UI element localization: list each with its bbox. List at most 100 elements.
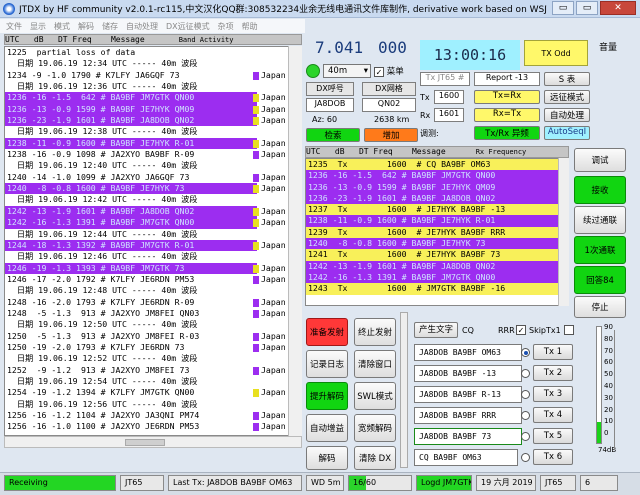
menu-dx[interactable]: DX远征模式 xyxy=(166,21,210,32)
rx-frequency-row[interactable]: 1236 -16 -1.5 642 # BA9BF JM7GTK QN00 xyxy=(306,170,558,182)
add-button[interactable]: 增加 xyxy=(364,128,418,142)
stop-button[interactable]: 停止 xyxy=(574,296,626,318)
skip-qso-button[interactable]: 续过通联 xyxy=(574,206,626,234)
skiptx1-checkbox[interactable] xyxy=(564,325,574,335)
tx4-button[interactable]: Tx 4 xyxy=(533,407,573,423)
s-meter-button[interactable]: S 表 xyxy=(544,72,590,86)
menu-misc[interactable]: 杂项 xyxy=(218,21,234,32)
band-activity-row[interactable]: 1248 -16 -2.0 1793 # K7LFY JE6RDN R-09 Ja… xyxy=(5,296,301,308)
tx3-message-field[interactable]: JA8DOB BA9BF R-13 xyxy=(414,386,522,403)
rx-frequency-scrollbar[interactable] xyxy=(558,158,569,306)
tx5-radio[interactable] xyxy=(521,432,530,441)
band-activity-separator[interactable]: 日期 19.06.19 12:42 UTC ----- 40m 波段 xyxy=(5,194,301,206)
tx2-button[interactable]: Tx 2 xyxy=(533,365,573,381)
band-activity-separator[interactable]: 日期 19.06.19 12:48 UTC ----- 40m 波段 xyxy=(5,285,301,297)
band-activity-row[interactable]: 1238 -11 -0.9 1600 # BA9BF JE7HYK R-01 Ja… xyxy=(5,137,301,150)
boost-decode-button[interactable]: 提升解码 xyxy=(306,382,348,410)
one-qso-button[interactable]: 1次通联 xyxy=(574,236,626,264)
band-activity-row[interactable]: 1244 -18 -1.3 1392 # BA9BF JM7GTK R-01 Ja… xyxy=(5,239,301,252)
tx4-message-field[interactable]: JA8DOB BA9BF RRR xyxy=(414,407,522,424)
band-activity-separator[interactable]: 日期 19.06.19 12:52 UTC ----- 40m 波段 xyxy=(5,353,301,365)
tx-parity-button[interactable]: TX Odd xyxy=(524,40,588,66)
band-activity-separator[interactable]: 日期 19.06.19 12:46 UTC ----- 40m 波段 xyxy=(5,251,301,263)
tx5-message-field[interactable]: JA8DOB BA9BF 73 xyxy=(414,428,522,445)
tx3-radio[interactable] xyxy=(521,390,530,399)
rx-frequency-row[interactable]: 1240 -8 -0.8 1600 # BA9BF JE7HYK 73 xyxy=(306,238,558,250)
band-activity-row[interactable]: 1238 -16 -0.9 1098 # JA2XYO BA9BF R-09 Ja… xyxy=(5,149,301,161)
rx-frequency-row[interactable]: 1242 -13 -1.9 1601 # BA9BF JA8DOB QN02 xyxy=(306,260,558,272)
enable-tx-button[interactable]: 准备发射 xyxy=(306,318,348,346)
clear-window-button[interactable]: 清除窗口 xyxy=(354,350,396,378)
tx6-message-field[interactable]: CQ BA9BF OM63 xyxy=(414,449,518,466)
band-activity-row[interactable]: 1248 -5 -1.3 913 # JA2XYO JM8FEI QN03 Jap… xyxy=(5,307,301,320)
auto-seq-label-button[interactable]: 自动处理 xyxy=(544,108,590,122)
rx-frequency-row[interactable]: 1235 Tx 1600 # CQ BA9BF OM63 xyxy=(306,159,558,171)
tune-button[interactable]: 调试 xyxy=(574,148,626,172)
rx-frequency-row[interactable]: 1243 Tx 1600 # JM7GTK BA9BF -16 xyxy=(306,283,558,295)
auto-gain-button[interactable]: 自动增益 xyxy=(306,414,348,442)
band-activity-row[interactable]: 1256 -16 -1.0 1100 # JA2XYO JE6RDN PM53 J… xyxy=(5,421,301,433)
band-activity-separator[interactable]: 日期 19.06.19 12:44 UTC ----- 40m 波段 xyxy=(5,228,301,240)
dx-grid-field[interactable]: QN02 xyxy=(362,98,416,112)
band-activity-row[interactable]: 1252 -9 -1.2 913 # JA2XYO JM8FEI 73 Japan xyxy=(5,364,301,376)
swl-mode-button[interactable]: SWL模式 xyxy=(354,382,396,410)
maximize-button[interactable]: ▭ xyxy=(576,1,598,15)
band-activity-row[interactable]: 1246 -17 -2.0 1792 # K7LFY JE6RDN PM53 Ja… xyxy=(5,273,301,286)
menu-help[interactable]: 帮助 xyxy=(242,21,258,32)
far-dist-button[interactable]: 远征模式 xyxy=(544,90,590,104)
rx-frequency-list[interactable]: 1235 Tx 1600 # CQ BA9BF OM63 1236 -16 -1.… xyxy=(305,158,559,306)
gen-msgs-button[interactable]: 产生文字 xyxy=(414,322,458,338)
band-activity-row[interactable]: 1242 -16 -1.3 1391 # BA9BF JM7GTK QN00 Ja… xyxy=(5,217,301,229)
close-button[interactable]: ✕ xyxy=(600,1,636,15)
rx-frequency-row[interactable]: 1238 -11 -0.9 1600 # BA9BF JE7HYK R-01 xyxy=(306,215,558,227)
tx-mode-field[interactable]: Tx JT65 # xyxy=(420,72,470,86)
rx-frequency-row[interactable]: 1239 Tx 1600 # JE7HYK BA9BF RRR xyxy=(306,226,558,239)
report-spinbox[interactable]: Report -13 xyxy=(474,72,540,86)
tx4-radio[interactable] xyxy=(521,411,530,420)
band-activity-row[interactable]: 1236 -23 -1.9 1601 # BA9BF JA8DOB QN02 Ja… xyxy=(5,115,301,127)
tx3-button[interactable]: Tx 3 xyxy=(533,386,573,402)
band-activity-row[interactable]: 1234 -9 -1.0 1790 # K7LFY JA6GQF 73 Japan xyxy=(5,69,301,82)
reply-button[interactable]: 回答84 xyxy=(574,266,626,294)
clear-dx-button[interactable]: 清除 DX xyxy=(354,446,396,470)
band-activity-row[interactable]: 1246 -19 -1.3 1393 # BA9BF JM7GTK 73 Japa… xyxy=(5,262,301,274)
band-select[interactable]: 40m xyxy=(323,64,371,78)
wide-decode-button[interactable]: 宽频解码 xyxy=(354,414,396,442)
band-activity-row[interactable]: 1242 -13 -1.9 1601 # BA9BF JA8DOB QN02 Ja… xyxy=(5,205,301,218)
tx2-message-field[interactable]: JA8DOB BA9BF -13 xyxy=(414,365,522,382)
tx5-button[interactable]: Tx 5 xyxy=(533,428,573,444)
band-activity-scrollbar[interactable] xyxy=(288,46,302,436)
tx1-radio[interactable] xyxy=(521,348,530,357)
tx1-button[interactable]: Tx 1 xyxy=(533,344,573,360)
tx2-radio[interactable] xyxy=(521,369,530,378)
band-activity-list[interactable]: 1225 partial loss of data 日期 19.06.19 12… xyxy=(4,46,302,436)
halt-tx-button[interactable]: 终止发射 xyxy=(354,318,396,346)
tab-splitter[interactable] xyxy=(400,312,408,468)
menu-auto[interactable]: 自动处理 xyxy=(126,21,158,32)
band-activity-row[interactable]: 1236 -13 -0.9 1599 # BA9BF JE7HYK QM09 Ja… xyxy=(5,103,301,116)
band-activity-separator[interactable]: 日期 19.06.19 12:40 UTC ----- 40m 波段 xyxy=(5,160,301,172)
band-activity-row[interactable]: 1254 -19 -1.2 1394 # K7LFY JM7GTK QN00 Ja… xyxy=(5,387,301,399)
rx-button[interactable]: 接收 xyxy=(574,176,626,204)
band-activity-hscrollbar[interactable] xyxy=(4,436,302,448)
hscroll-thumb[interactable] xyxy=(125,439,165,446)
band-activity-separator[interactable]: 1225 partial loss of data xyxy=(5,47,301,59)
band-activity-row[interactable]: 1240 -14 -1.0 1099 # JA2XYO JA6GQF 73 Jap… xyxy=(5,171,301,184)
lookup-button[interactable]: 检索 xyxy=(306,128,360,142)
tx-eq-rx-button[interactable]: Tx=Rx xyxy=(474,90,540,104)
rrr-checkbox[interactable]: ✓ xyxy=(516,325,526,335)
band-activity-separator[interactable]: 日期 19.06.19 12:36 UTC ----- 40m 波段 xyxy=(5,81,301,93)
band-activity-row[interactable]: 1250 -19 -2.0 1793 # K7LFY JE6RDN 73 Japa… xyxy=(5,341,301,354)
band-activity-separator[interactable]: 日期 19.06.19 12:38 UTC ----- 40m 波段 xyxy=(5,126,301,138)
band-activity-row[interactable]: 1256 -16 -1.2 1104 # JA2XYO JA3QNI PM74 J… xyxy=(5,410,301,422)
tx1-message-field[interactable]: JA8DOB BA9BF OM63 xyxy=(414,344,522,361)
band-activity-separator[interactable]: 日期 19.06.19 12:50 UTC ----- 40m 波段 xyxy=(5,319,301,331)
menu-view[interactable]: 显示 xyxy=(30,21,46,32)
menu-mode[interactable]: 模式 xyxy=(54,21,70,32)
band-activity-separator[interactable]: 日期 19.06.19 12:54 UTC ----- 40m 波段 xyxy=(5,375,301,388)
dx-call-field[interactable]: JA8DOB xyxy=(306,98,354,112)
rx-frequency-row[interactable]: 1236 -13 -0.9 1599 # BA9BF JE7HYK QM09 xyxy=(306,181,558,193)
decode-button[interactable]: 解码 xyxy=(306,446,348,470)
volume-slider[interactable] xyxy=(614,330,624,450)
rx-frequency-row[interactable]: 1236 -23 -1.9 1601 # BA9BF JA8DOB QN02 xyxy=(306,192,558,205)
